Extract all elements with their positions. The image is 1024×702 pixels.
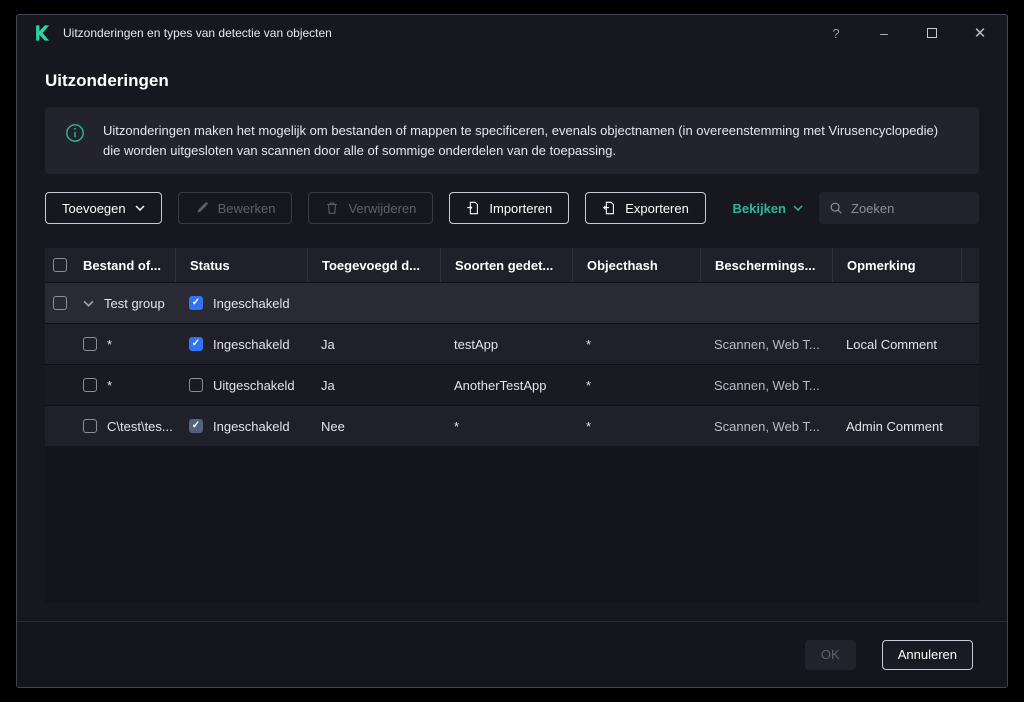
status-label: Ingeschakeld: [213, 337, 290, 352]
search-input[interactable]: [851, 201, 969, 216]
chevron-down-icon: [793, 205, 803, 211]
file-cell: C\test\tes...: [107, 419, 173, 434]
ok-button[interactable]: OK: [805, 640, 856, 670]
column-header-protection: Beschermings...: [700, 248, 832, 282]
table-header-spacer: [961, 248, 979, 282]
protection-cell: Scannen, Web T...: [700, 378, 832, 393]
edit-button[interactable]: Bewerken: [178, 192, 293, 224]
import-button[interactable]: Importeren: [449, 192, 569, 224]
comment-cell: Admin Comment: [832, 419, 961, 434]
window-title: Uitzonderingen en types van detectie van…: [63, 26, 332, 40]
protection-cell: Scannen, Web T...: [700, 337, 832, 352]
help-button[interactable]: ?: [825, 26, 847, 41]
export-icon: [602, 201, 616, 215]
delete-button[interactable]: Verwijderen: [308, 192, 433, 224]
toolbar: Toevoegen Bewerken Verwijderen Importere…: [45, 192, 979, 224]
search-box: [819, 192, 979, 224]
group-select-checkbox[interactable]: [53, 296, 67, 310]
cancel-button[interactable]: Annuleren: [882, 640, 973, 670]
add-button[interactable]: Toevoegen: [45, 192, 162, 224]
dialog-footer: OK Annuleren: [17, 621, 1007, 687]
hash-cell: *: [572, 378, 700, 393]
page-title: Uitzonderingen: [45, 71, 979, 91]
import-icon: [466, 201, 480, 215]
view-dropdown[interactable]: Bekijken: [733, 201, 803, 216]
added-cell: Nee: [307, 419, 440, 434]
types-cell: testApp: [440, 337, 572, 352]
comment-cell: Local Comment: [832, 337, 961, 352]
select-all-checkbox[interactable]: [53, 258, 67, 272]
column-header-comment: Opmerking: [832, 248, 961, 282]
maximize-button[interactable]: [921, 25, 943, 41]
column-header-hash: Objecthash: [572, 248, 700, 282]
window-controls: ? – ✕: [825, 24, 991, 42]
minimize-button[interactable]: –: [873, 25, 895, 41]
export-button[interactable]: Exporteren: [585, 192, 706, 224]
column-header-types: Soorten gedet...: [440, 248, 572, 282]
kaspersky-logo-icon: [33, 24, 51, 42]
group-name: Test group: [104, 296, 165, 311]
table-row[interactable]: * Ingeschakeld Ja testApp * Scannen, Web…: [45, 323, 979, 364]
row-select-checkbox[interactable]: [83, 419, 97, 433]
added-cell: Ja: [307, 337, 440, 352]
added-cell: Ja: [307, 378, 440, 393]
dialog-window: Uitzonderingen en types van detectie van…: [16, 14, 1008, 688]
protection-cell: Scannen, Web T...: [700, 419, 832, 434]
group-status-checkbox[interactable]: [189, 296, 203, 310]
chevron-down-icon[interactable]: [83, 300, 94, 307]
row-select-checkbox[interactable]: [83, 337, 97, 351]
row-status-checkbox[interactable]: [189, 337, 203, 351]
status-label: Ingeschakeld: [213, 419, 290, 434]
row-status-checkbox[interactable]: [189, 378, 203, 392]
trash-icon: [325, 201, 339, 215]
info-banner: Uitzonderingen maken het mogelijk om bes…: [45, 107, 979, 174]
file-cell: *: [107, 337, 112, 352]
table-header: Bestand of... Status Toegevoegd d... Soo…: [45, 248, 979, 282]
table-row[interactable]: * Uitgeschakeld Ja AnotherTestApp * Scan…: [45, 364, 979, 405]
types-cell: *: [440, 419, 572, 434]
hash-cell: *: [572, 419, 700, 434]
table-group-row[interactable]: Test group Ingeschakeld: [45, 282, 979, 323]
status-label: Uitgeschakeld: [213, 378, 295, 393]
file-cell: *: [107, 378, 112, 393]
chevron-down-icon: [135, 205, 145, 211]
column-header-file: Bestand of...: [75, 248, 175, 282]
column-header-status: Status: [175, 248, 307, 282]
hash-cell: *: [572, 337, 700, 352]
exclusions-table: Bestand of... Status Toegevoegd d... Soo…: [45, 248, 979, 603]
search-icon: [829, 201, 843, 215]
types-cell: AnotherTestApp: [440, 378, 572, 393]
column-header-added: Toegevoegd d...: [307, 248, 440, 282]
row-status-checkbox[interactable]: [189, 419, 203, 433]
table-row[interactable]: C\test\tes... Ingeschakeld Nee * * Scann…: [45, 405, 979, 446]
info-icon: [65, 123, 85, 143]
info-text: Uitzonderingen maken het mogelijk om bes…: [103, 121, 953, 160]
close-button[interactable]: ✕: [969, 24, 991, 42]
row-select-checkbox[interactable]: [83, 378, 97, 392]
group-status-label: Ingeschakeld: [213, 296, 290, 311]
pencil-icon: [195, 201, 209, 215]
title-bar: Uitzonderingen en types van detectie van…: [17, 15, 1007, 51]
